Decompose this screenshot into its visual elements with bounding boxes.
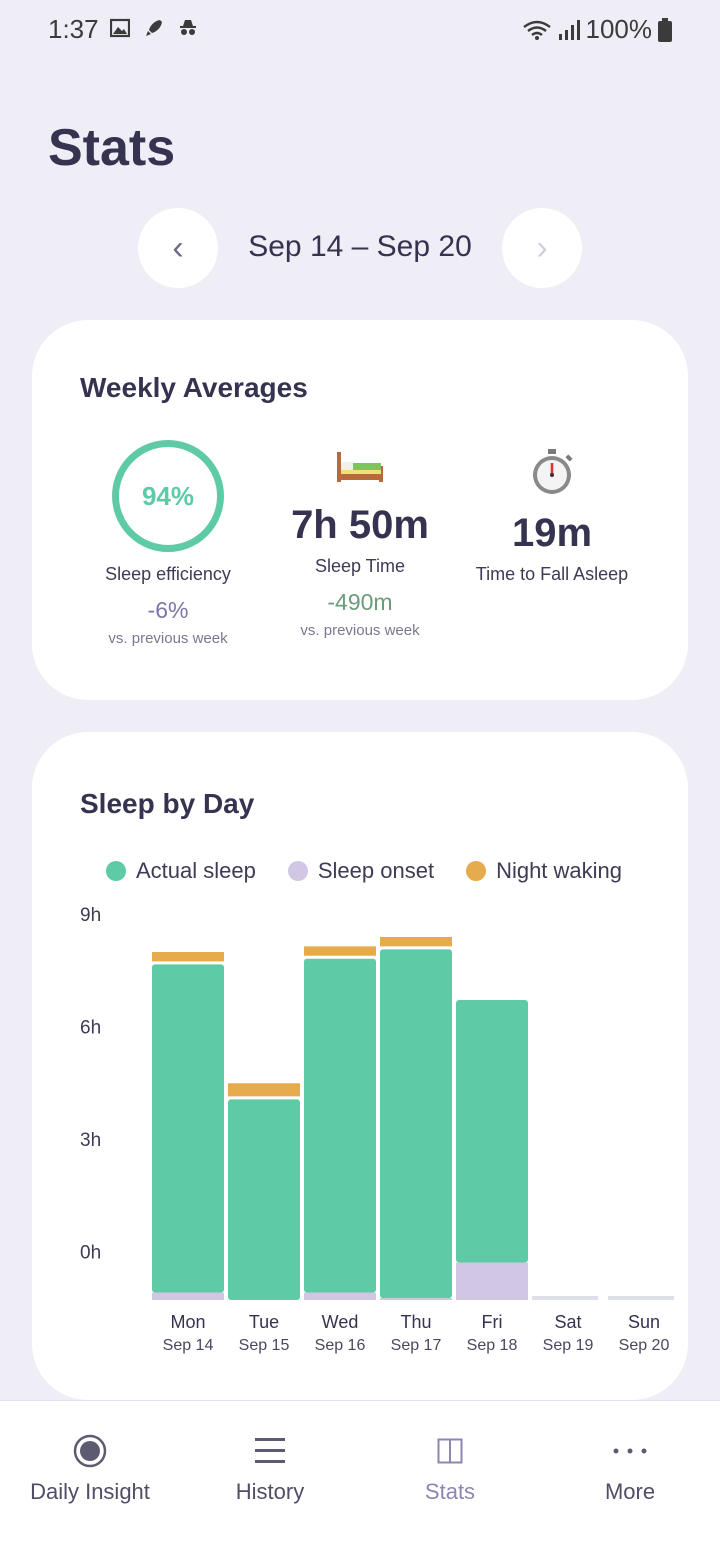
tab-label-daily-insight: Daily Insight (30, 1479, 150, 1504)
x-tick-day: Fri (482, 1312, 503, 1332)
bar-onset (304, 1292, 376, 1300)
bar-actual (380, 949, 452, 1299)
tab-daily-insight[interactable]: Daily Insight (0, 1401, 180, 1541)
empty-bar (532, 1296, 598, 1300)
fall-asleep-value: 19m (511, 511, 593, 555)
sleep-time-label: Sleep Time (314, 556, 406, 576)
stopwatch-icon (533, 449, 573, 494)
tab-label-more: More (604, 1479, 656, 1504)
efficiency-compare: vs. previous week (108, 630, 228, 647)
y-tick-label: 6h (80, 1017, 101, 1038)
bar-waking (228, 1083, 300, 1097)
sleep-time-change: -490m (327, 589, 393, 615)
sleep-by-day-chart: 9h 6h 3h 0h Mon Sep 14 Tue Sep 15 Wed Sep 16 Thu Se… (80, 905, 674, 1354)
tab-stats[interactable]: Stats (360, 1401, 540, 1541)
y-tick-label: 0h (80, 1242, 101, 1263)
image-icon (110, 18, 130, 38)
x-tick-date: Sep 18 (467, 1337, 518, 1354)
bar-actual (304, 958, 376, 1293)
wifi-icon (522, 20, 551, 40)
efficiency-change: -6% (147, 597, 189, 623)
sleep-efficiency-metric: 94% Sleep efficiency -6% vs. previous we… (88, 440, 248, 647)
x-tick-day: Wed (322, 1312, 359, 1332)
fall-asleep-label: Time to Fall Asleep (475, 564, 629, 584)
bar-onset (152, 1292, 224, 1300)
x-tick-day: Tue (249, 1312, 279, 1332)
efficiency-label: Sleep efficiency (105, 564, 231, 584)
x-tick-date: Sep 20 (619, 1337, 670, 1354)
x-tick-date: Sep 17 (391, 1337, 442, 1354)
battery-icon (658, 17, 672, 42)
bar-actual (228, 1099, 300, 1300)
list-icon (180, 1431, 360, 1471)
signal-icon (558, 19, 580, 40)
efficiency-value: 94% (141, 480, 195, 511)
status-time: 1:37 (48, 14, 99, 44)
tab-more[interactable]: More (540, 1401, 720, 1541)
fall-asleep-metric: 19m Time to Fall Asleep (468, 448, 636, 585)
bar-waking (380, 937, 452, 947)
sleep-time-value: 7h 50m (291, 503, 429, 547)
bar-onset (456, 1262, 528, 1300)
efficiency-ring: 94% (112, 440, 224, 552)
next-week-button[interactable]: › (502, 208, 582, 288)
y-tick-label: 9h (80, 905, 101, 926)
page-title: Stats (48, 119, 176, 177)
x-tick-date: Sep 15 (239, 1337, 290, 1354)
sleep-time-metric: 7h 50m Sleep Time -490m vs. previous wee… (270, 448, 450, 639)
x-tick-date: Sep 14 (163, 1337, 214, 1354)
chevron-right-icon: › (536, 228, 548, 267)
bar-onset (380, 1298, 452, 1300)
weekly-averages-card: Weekly Averages 94% Sleep efficiency -6%… (32, 320, 688, 700)
x-tick-date: Sep 16 (315, 1337, 366, 1354)
battery-percent: 100% (585, 14, 653, 44)
sleep-time-compare: vs. previous week (300, 622, 420, 639)
incognito-icon (180, 20, 196, 35)
weekly-averages-title: Weekly Averages (80, 372, 308, 403)
x-tick-date: Sep 19 (543, 1337, 594, 1354)
notification-icons (110, 18, 198, 38)
bed-icon (337, 452, 383, 482)
tab-label-stats: Stats (424, 1479, 476, 1504)
bar-actual (456, 1000, 528, 1263)
tab-history[interactable]: History (180, 1401, 360, 1541)
y-tick-label: 3h (80, 1130, 101, 1151)
bar-waking (304, 946, 376, 956)
x-tick-day: Sun (628, 1312, 660, 1332)
week-range: Sep 14 – Sep 20 (248, 230, 472, 263)
status-bar: 1:37 100% (0, 0, 720, 60)
tab-label-history: History (235, 1479, 305, 1504)
x-tick-day: Thu (400, 1312, 431, 1332)
stats-icon (360, 1431, 540, 1471)
sleep-by-day-card: Sleep by Day Actual sleep Sleep onset Ni… (32, 732, 688, 1400)
bar-actual (152, 964, 224, 1293)
rocket-icon (146, 20, 162, 36)
bar-waking (152, 952, 224, 962)
bottom-navigation: Daily Insight History Stats More (0, 1400, 720, 1560)
more-icon (540, 1431, 720, 1471)
empty-bar (608, 1296, 674, 1300)
system-indicators: 100% (522, 14, 672, 45)
x-tick-day: Mon (170, 1312, 205, 1332)
x-tick-day: Sat (554, 1312, 581, 1332)
target-icon (0, 1431, 180, 1471)
